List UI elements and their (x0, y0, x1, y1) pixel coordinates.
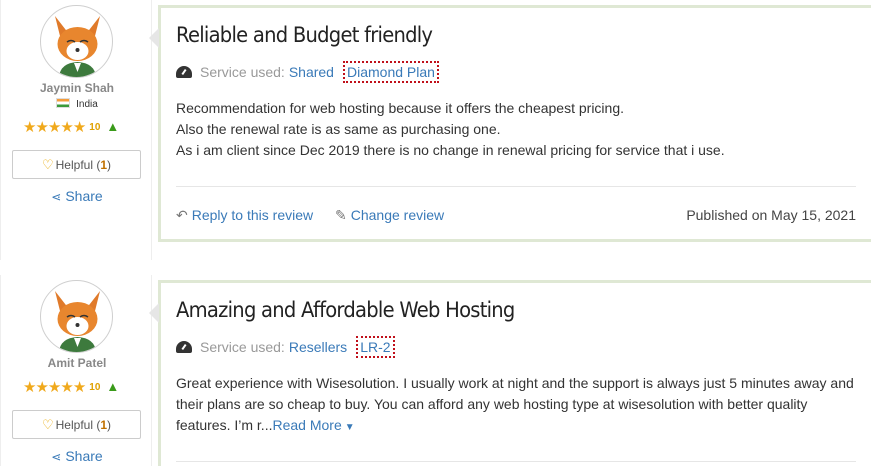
share-label: Share (65, 448, 103, 464)
review-body-line: Recommendation for web hosting because i… (176, 100, 624, 116)
published-date: Published on May 15, 2021 (686, 207, 856, 223)
star-icon: ★ (35, 119, 48, 136)
avatar[interactable] (40, 5, 113, 78)
rating-count: 10 (89, 382, 101, 393)
review-title: Amazing and Affordable Web Hosting (176, 298, 515, 322)
reviewer-sidebar: Jaymin Shah India ★★★★★ 10 ▲ ♡ Helpful (1) … (0, 0, 152, 260)
star-icon: ★ (23, 379, 36, 396)
rating-stars: ★★★★★ 10 ▲ (23, 118, 143, 137)
share-icon: ⋖ (51, 450, 62, 464)
fox-avatar-icon (55, 16, 100, 77)
review-title: Reliable and Budget friendly (176, 23, 433, 47)
share-link[interactable]: ⋖ Share (1, 448, 153, 464)
avatar[interactable] (40, 280, 113, 353)
reviewer-name[interactable]: Jaymin Shah (1, 81, 153, 95)
change-review-label: Change review (350, 207, 445, 223)
reviewer-sidebar: Amit Patel ★★★★★ 10 ▲ ♡ Helpful (1) ⋖ Share (0, 275, 152, 466)
star-icon: ★ (35, 379, 48, 396)
review-actions: ↶ Reply to this review ✎ Change review Pub… (176, 207, 856, 224)
share-icon: ⋖ (51, 190, 62, 204)
helpful-count: 1 (100, 158, 108, 172)
star-icon: ★ (60, 379, 73, 396)
helpful-button[interactable]: ♡ Helpful (1) (12, 150, 141, 179)
review-item: Amit Patel ★★★★★ 10 ▲ ♡ Helpful (1) ⋖ Share … (0, 275, 871, 466)
helpful-close: ) (107, 158, 112, 172)
lightbulb-icon: ♡ (41, 157, 54, 172)
star-icon: ★ (72, 119, 86, 136)
service-used: Service used: Resellers LR-2 (176, 336, 395, 358)
thumbs-up-icon: ▲ (106, 379, 120, 394)
divider (176, 461, 856, 462)
helpful-count: 1 (100, 418, 108, 432)
caret-down-icon: ▼ (344, 422, 355, 433)
star-icon: ★ (23, 119, 36, 136)
fox-avatar-icon (55, 291, 100, 352)
helpful-label: Helpful ( (55, 158, 101, 172)
review-body-line: Also the renewal rate is as same as purc… (176, 121, 501, 137)
thumbs-up-icon: ▲ (106, 119, 120, 134)
helpful-close: ) (107, 418, 112, 432)
dashboard-gauge-icon (176, 341, 192, 353)
divider (176, 186, 856, 187)
plan-link[interactable]: LR-2 (356, 336, 395, 358)
review-card: Reliable and Budget friendly Service use… (149, 5, 871, 242)
reply-icon: ↶ (176, 207, 188, 223)
read-more-label: Read More (272, 417, 342, 433)
review-body-line: As i am client since Dec 2019 there is n… (176, 142, 725, 158)
edit-icon: ✎ (335, 207, 347, 223)
country-label: India (76, 99, 98, 110)
reply-button[interactable]: ↶ Reply to this review (176, 207, 313, 223)
service-used: Service used: Shared Diamond Plan (176, 61, 439, 83)
dashboard-gauge-icon (176, 66, 192, 78)
india-flag-icon (56, 98, 71, 108)
review-card: Amazing and Affordable Web Hosting Servi… (149, 280, 871, 466)
star-icon: ★ (72, 379, 86, 396)
service-used-label: Service used: (200, 64, 285, 80)
read-more-link[interactable]: Read More ▼ (272, 417, 354, 433)
plan-link[interactable]: Diamond Plan (342, 61, 439, 83)
helpful-button[interactable]: ♡ Helpful (1) (12, 410, 141, 439)
review-body: Great experience with Wisesolution. I us… (176, 373, 856, 438)
star-icon: ★ (47, 379, 61, 396)
share-link[interactable]: ⋖ Share (1, 188, 153, 204)
service-type-link[interactable]: Resellers (289, 339, 347, 355)
change-review-button[interactable]: ✎ Change review (335, 207, 444, 223)
service-used-label: Service used: (200, 339, 285, 355)
reply-label: Reply to this review (191, 207, 314, 223)
star-icon: ★ (47, 119, 61, 136)
lightbulb-icon: ♡ (41, 417, 54, 432)
review-body: Recommendation for web hosting because i… (176, 98, 856, 161)
rating-stars: ★★★★★ 10 ▲ (23, 378, 143, 397)
rating-count: 10 (89, 122, 101, 133)
star-icon: ★ (60, 119, 73, 136)
helpful-label: Helpful ( (55, 418, 101, 432)
service-type-link[interactable]: Shared (289, 64, 334, 80)
reviewer-name[interactable]: Amit Patel (1, 356, 153, 370)
share-label: Share (65, 188, 103, 204)
reviewer-country: India (1, 98, 153, 110)
review-item: Jaymin Shah India ★★★★★ 10 ▲ ♡ Helpful (1) … (0, 0, 871, 260)
